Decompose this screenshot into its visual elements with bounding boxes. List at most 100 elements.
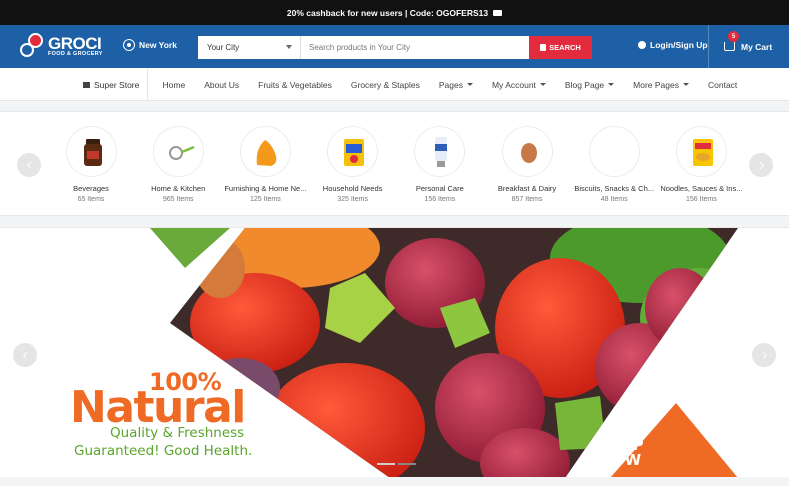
super-store-menu[interactable]: Super Store (70, 68, 148, 101)
beanbag-icon (239, 126, 291, 177)
coffee-jar-icon (65, 126, 117, 177)
nav-item-label: Home (162, 79, 186, 90)
store-icon (83, 81, 90, 88)
category-count: 325 Items (337, 196, 368, 203)
shop-now-button[interactable]: SHOP NOW (598, 438, 644, 469)
cart-label: My Cart (741, 41, 773, 52)
category-name: Breakfast & Dairy (497, 184, 557, 193)
nav-item-label: Fruits & Vegetables (258, 79, 332, 90)
nav-item-grocery-staples[interactable]: Grocery & Staples (341, 80, 429, 90)
banner-prev-button[interactable] (13, 343, 37, 367)
site-logo[interactable]: GROCI FOOD & GROCERY (20, 33, 103, 59)
promo-bar: 20% cashback for new users | Code: OGOFE… (0, 0, 789, 25)
strainer-icon (152, 126, 204, 177)
nav-item-label: More Pages (633, 79, 679, 90)
nav-item-about-us[interactable]: About Us (195, 80, 249, 90)
chevron-down-icon (608, 83, 615, 86)
category-count: 965 Items (162, 196, 194, 203)
banner-headline: Natural (70, 382, 246, 433)
search-button[interactable]: SEARCH (529, 36, 592, 59)
user-icon (638, 41, 646, 49)
category-count: 125 Items (250, 196, 281, 203)
super-store-label: Super Store (94, 79, 140, 90)
category-item[interactable]: Home & Kitchen 965 Items (128, 126, 228, 203)
egg-icon (501, 126, 553, 177)
chevron-down-icon (539, 83, 546, 86)
banner-dot-active[interactable] (398, 463, 416, 465)
nav-menu: Home About Us Fruits & Vegetables Grocery &… (153, 68, 747, 101)
ticket-icon (493, 9, 503, 16)
chevron-right-icon (756, 161, 764, 169)
search-icon (540, 44, 547, 51)
banner-line-1: Quality & Freshness (110, 425, 245, 441)
chevron-left-icon (22, 351, 30, 359)
category-name: Furnishing & Home Ne... (224, 184, 307, 193)
logo-mark-icon (20, 33, 46, 59)
hero-banner[interactable]: 100% Natural Quality & Freshness Guarant… (0, 227, 789, 477)
category-item[interactable]: Personal Care 156 Items (390, 126, 490, 203)
category-item[interactable]: Breakfast & Dairy 857 Items (477, 126, 577, 203)
snacks-icon (588, 126, 640, 177)
category-item[interactable]: Biscuits, Snacks & Ch... 48 Items (564, 126, 664, 203)
location-label: New York (139, 40, 177, 50)
nav-item-label: About Us (204, 79, 240, 90)
cart-icon (724, 42, 735, 51)
city-select-value: Your City (207, 43, 240, 52)
category-count: 65 Items (77, 196, 105, 203)
banner-line-2: Guaranteed! Good Health. (74, 443, 253, 459)
chevron-down-icon (286, 45, 292, 49)
category-carousel: Beverages 65 Items Home & Kitchen 965 Items… (0, 111, 789, 216)
nav-item-label: Grocery & Staples (350, 79, 420, 90)
main-header: GROCI FOOD & GROCERY New York Your City … (0, 25, 789, 68)
logo-title: GROCI (48, 33, 102, 53)
nav-item-fruits-vegetables[interactable]: Fruits & Vegetables (249, 80, 342, 90)
category-name: Noodles, Sauces & Ins... (660, 184, 743, 193)
category-prev-button[interactable] (17, 153, 41, 177)
nav-item-label: Blog Page (564, 79, 605, 90)
search-input[interactable] (301, 36, 529, 59)
nav-item-label: Contact (707, 79, 738, 90)
banner-pagination (377, 463, 416, 465)
cart-count-badge: 5 (728, 31, 739, 42)
promo-text: 20% cashback for new users | Code: OGOFE… (286, 7, 489, 18)
nav-item-contact[interactable]: Contact (698, 80, 746, 90)
category-name: Home & Kitchen (151, 184, 206, 193)
category-item[interactable]: Beverages 65 Items (41, 126, 141, 203)
nav-item-pages[interactable]: Pages (429, 80, 482, 90)
category-name: Personal Care (415, 184, 464, 193)
category-item[interactable]: Noodles, Sauces & Ins... 156 Items (651, 126, 751, 203)
login-label: Login/Sign Up (650, 40, 708, 50)
nav-item-home[interactable]: Home (153, 80, 195, 90)
nav-item-label: My Account (491, 79, 536, 90)
noodles-pack-icon (675, 126, 727, 177)
category-name: Biscuits, Snacks & Ch... (574, 184, 654, 193)
green-accent-shape (150, 228, 230, 268)
chevron-down-icon (466, 83, 473, 86)
cart-button[interactable]: 5 My Cart (708, 25, 789, 68)
category-item[interactable]: Household Needs 325 Items (303, 126, 403, 203)
detergent-pack-icon (327, 126, 379, 177)
category-next-button[interactable] (749, 153, 773, 177)
search-button-label: SEARCH (549, 43, 581, 52)
category-name: Beverages (73, 184, 109, 193)
nav-item-more-pages[interactable]: More Pages (624, 80, 699, 90)
logo-subtitle: FOOD & GROCERY (48, 50, 103, 57)
category-name: Household Needs (322, 184, 383, 193)
banner-next-button[interactable] (752, 343, 776, 367)
category-count: 156 Items (424, 196, 456, 203)
city-select[interactable]: Your City (198, 36, 301, 59)
category-count: 156 Items (686, 196, 717, 203)
location-pin-icon (123, 39, 135, 51)
login-link[interactable]: Login/Sign Up (638, 40, 708, 50)
category-count: 48 Items (600, 196, 628, 203)
location-selector[interactable]: New York (123, 39, 177, 51)
chevron-down-icon (682, 83, 689, 86)
main-nav: Super Store Home About Us Fruits & Vegetab… (0, 68, 789, 101)
banner-dot[interactable] (377, 463, 395, 465)
nav-item-my-account[interactable]: My Account (482, 80, 555, 90)
nav-item-blog-page[interactable]: Blog Page (555, 80, 623, 90)
category-item[interactable]: Furnishing & Home Ne... 125 Items (215, 126, 315, 203)
chevron-right-icon (759, 351, 767, 359)
shop-now-line-2: NOW (600, 451, 641, 469)
cream-tube-icon (414, 126, 466, 177)
